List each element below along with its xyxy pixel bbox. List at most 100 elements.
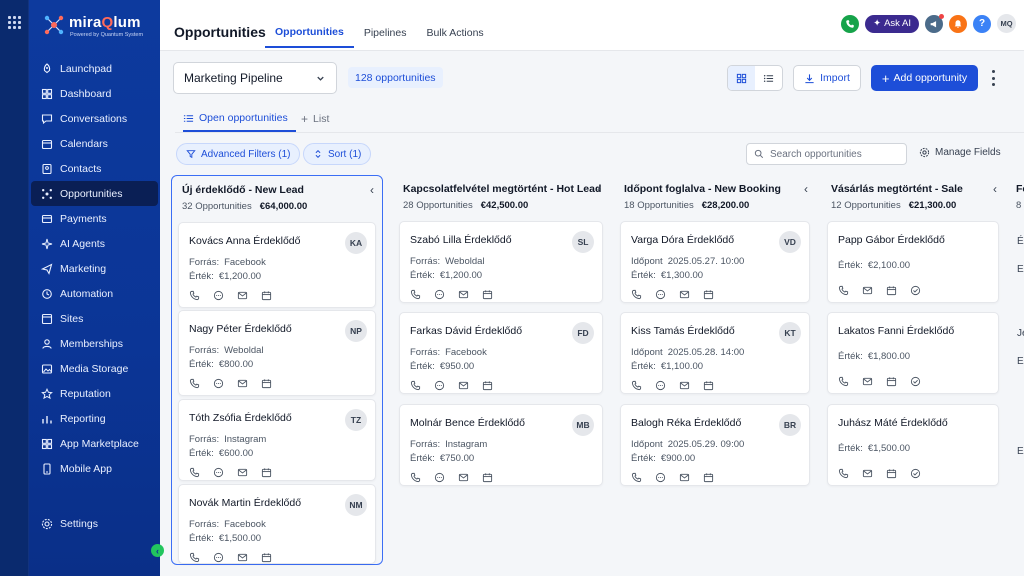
opportunity-card[interactable]: Szabó Lilla Érdeklődő SL Forrás: Weboldal Ér… <box>399 221 603 303</box>
mail-icon[interactable] <box>679 472 690 483</box>
check-circle-icon[interactable] <box>910 468 921 479</box>
calendar-icon[interactable] <box>886 285 897 296</box>
mail-icon[interactable] <box>458 472 469 483</box>
help-button[interactable]: ? <box>973 14 991 33</box>
opportunity-name[interactable]: Szabó Lilla Érdeklődő <box>410 234 512 246</box>
mail-icon[interactable] <box>862 285 873 296</box>
phone-icon[interactable] <box>410 380 421 391</box>
subtab-open-opportunities[interactable]: Open opportunities <box>183 106 296 132</box>
phone-icon[interactable] <box>189 290 200 301</box>
chat-bubble-icon[interactable] <box>213 467 224 478</box>
calendar-icon[interactable] <box>703 289 714 300</box>
notifications-button[interactable] <box>949 14 967 33</box>
chat-bubble-icon[interactable] <box>655 289 666 300</box>
sidebar-item-mobile-app[interactable]: Mobile App <box>29 456 160 481</box>
phone-icon[interactable] <box>631 472 642 483</box>
sidebar-item-ai-agents[interactable]: AI Agents <box>29 231 160 256</box>
collapse-column-chevron-icon[interactable]: ‹ <box>597 182 601 196</box>
calendar-icon[interactable] <box>482 289 493 300</box>
list-view-button[interactable] <box>755 66 782 90</box>
phone-button[interactable] <box>841 14 860 33</box>
calendar-icon[interactable] <box>703 380 714 391</box>
sidebar-item-memberships[interactable]: Memberships <box>29 331 160 356</box>
add-opportunity-button[interactable]: + Add opportunity <box>871 65 978 91</box>
calendar-icon[interactable] <box>482 380 493 391</box>
brand-logo[interactable]: miraQlum Powered by Quantum System <box>43 12 155 42</box>
opportunity-name[interactable]: Lakatos Fanni Érdeklődő <box>838 325 954 337</box>
check-circle-icon[interactable] <box>910 376 921 387</box>
sort-button[interactable]: Sort (1) <box>303 143 372 165</box>
chat-bubble-icon[interactable] <box>655 472 666 483</box>
phone-icon[interactable] <box>838 285 849 296</box>
calendar-icon[interactable] <box>261 378 272 389</box>
sidebar-item-automation[interactable]: Automation <box>29 281 160 306</box>
phone-icon[interactable] <box>410 472 421 483</box>
subtab-add-list[interactable]: + List <box>301 106 329 132</box>
collapse-column-chevron-icon[interactable]: ‹ <box>993 182 997 196</box>
opportunity-name[interactable]: Balogh Réka Érdeklődő <box>631 417 741 429</box>
opportunity-card[interactable]: Papp Gábor Érdeklődő Érték: €2,100.00 <box>827 221 999 303</box>
import-button[interactable]: Import <box>793 65 861 91</box>
opportunity-card[interactable]: Varga Dóra Érdeklődő VD Időpont 2025.05.27.… <box>620 221 810 303</box>
calendar-icon[interactable] <box>482 472 493 483</box>
sidebar-item-settings[interactable]: Settings <box>29 511 160 536</box>
ask-ai-button[interactable]: ✦ Ask AI <box>865 14 919 33</box>
opportunity-card[interactable]: Balogh Réka Érdeklődő BR Időpont 2025.05.29… <box>620 404 810 486</box>
chat-bubble-icon[interactable] <box>655 380 666 391</box>
user-avatar[interactable]: MQ <box>997 14 1016 33</box>
opportunity-card[interactable]: Tóth Zsófia Érdeklődő TZ Forrás: Instagram É… <box>178 399 376 481</box>
chat-bubble-icon[interactable] <box>213 290 224 301</box>
mail-icon[interactable] <box>458 380 469 391</box>
opportunity-card[interactable]: Juhász Máté Érdeklődő Érték: €1,500.00 <box>827 404 999 486</box>
opportunity-name[interactable]: Papp Gábor Érdeklődő <box>838 234 945 246</box>
opportunity-card[interactable]: Lakatos Fanni Érdeklődő Érték: €1,800.00 <box>827 312 999 394</box>
sidebar-item-reporting[interactable]: Reporting <box>29 406 160 431</box>
calendar-icon[interactable] <box>261 552 272 563</box>
sidebar-item-media-storage[interactable]: Media Storage <box>29 356 160 381</box>
check-circle-icon[interactable] <box>910 285 921 296</box>
phone-icon[interactable] <box>189 378 200 389</box>
opportunity-card[interactable]: Novák Martin Érdeklődő NM Forrás: Facebook É… <box>178 484 376 564</box>
phone-icon[interactable] <box>631 289 642 300</box>
opportunity-card[interactable]: Molnár Bence Érdeklődő MB Forrás: Instagram… <box>399 404 603 486</box>
mail-icon[interactable] <box>237 290 248 301</box>
pipeline-select[interactable]: Marketing Pipeline <box>173 62 337 94</box>
announcements-button[interactable] <box>925 13 944 33</box>
sidebar-item-launchpad[interactable]: Launchpad <box>29 56 160 81</box>
search-opportunities-input[interactable]: Search opportunities <box>746 143 907 165</box>
calendar-icon[interactable] <box>703 472 714 483</box>
sidebar-item-dashboard[interactable]: Dashboard <box>29 81 160 106</box>
sidebar-item-app-marketplace[interactable]: App Marketplace <box>29 431 160 456</box>
mail-icon[interactable] <box>679 380 690 391</box>
opportunity-card[interactable]: Farkas Dávid Érdeklődő FD Forrás: Facebook É… <box>399 312 603 394</box>
sidebar-item-sites[interactable]: Sites <box>29 306 160 331</box>
calendar-icon[interactable] <box>886 376 897 387</box>
opportunity-name[interactable]: Kovács Anna Érdeklődő <box>189 235 301 247</box>
chat-bubble-icon[interactable] <box>213 378 224 389</box>
sidebar-item-calendars[interactable]: Calendars <box>29 131 160 156</box>
opportunity-card[interactable]: Nagy Péter Érdeklődő NP Forrás: Weboldal Ért… <box>178 310 376 396</box>
phone-icon[interactable] <box>838 468 849 479</box>
tab-opportunities[interactable]: Opportunities <box>265 18 354 48</box>
phone-icon[interactable] <box>838 376 849 387</box>
advanced-filters-button[interactable]: Advanced Filters (1) <box>176 143 301 165</box>
phone-icon[interactable] <box>189 467 200 478</box>
opportunity-name[interactable]: Varga Dóra Érdeklődő <box>631 234 734 246</box>
mail-icon[interactable] <box>862 376 873 387</box>
chat-bubble-icon[interactable] <box>434 289 445 300</box>
phone-icon[interactable] <box>410 289 421 300</box>
chat-bubble-icon[interactable] <box>434 472 445 483</box>
sidebar-item-opportunities[interactable]: Opportunities <box>31 181 158 206</box>
opportunity-name[interactable]: Molnár Bence Érdeklődő <box>410 417 525 429</box>
manage-fields-button[interactable]: Manage Fields <box>919 147 1001 158</box>
mail-icon[interactable] <box>679 289 690 300</box>
opportunity-name[interactable]: Farkas Dávid Érdeklődő <box>410 325 522 337</box>
sidebar-collapse-button[interactable]: ‹ <box>151 544 164 557</box>
sidebar-item-reputation[interactable]: Reputation <box>29 381 160 406</box>
sidebar-item-payments[interactable]: Payments <box>29 206 160 231</box>
apps-grid-icon[interactable] <box>8 16 21 29</box>
mail-icon[interactable] <box>237 552 248 563</box>
mail-icon[interactable] <box>458 289 469 300</box>
opportunity-name[interactable]: Juhász Máté Érdeklődő <box>838 417 948 429</box>
opportunity-name[interactable]: Novák Martin Érdeklődő <box>189 497 301 509</box>
